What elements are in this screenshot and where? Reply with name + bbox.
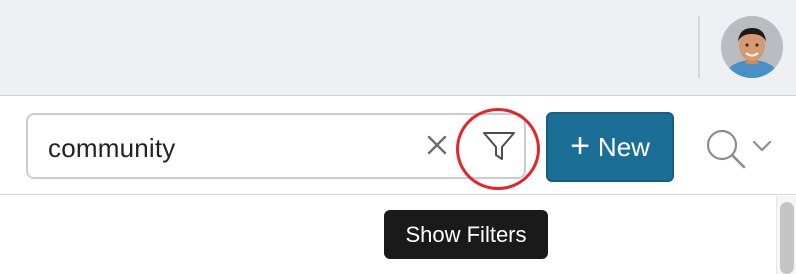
avatar[interactable] bbox=[721, 16, 783, 78]
search-menu-toggle[interactable] bbox=[702, 125, 782, 171]
close-icon bbox=[427, 135, 447, 155]
toolbar: community + New bbox=[0, 97, 796, 195]
header-divider bbox=[698, 16, 700, 78]
scrollbar-thumb[interactable] bbox=[780, 202, 794, 274]
clear-search-button[interactable] bbox=[423, 131, 451, 159]
new-button-label: New bbox=[597, 131, 650, 162]
search-input[interactable]: community bbox=[26, 113, 526, 179]
new-button[interactable]: + New bbox=[546, 112, 674, 182]
tooltip-text: Show Filters bbox=[405, 221, 527, 247]
filter-highlight-annotation bbox=[456, 108, 540, 190]
magnifier-icon bbox=[706, 129, 772, 169]
avatar-photo bbox=[721, 16, 783, 78]
top-header bbox=[0, 0, 796, 96]
plus-icon: + bbox=[570, 126, 590, 165]
scrollbar[interactable] bbox=[776, 196, 796, 274]
show-filters-tooltip: Show Filters bbox=[384, 210, 548, 259]
search-query-text[interactable]: community bbox=[48, 133, 176, 164]
